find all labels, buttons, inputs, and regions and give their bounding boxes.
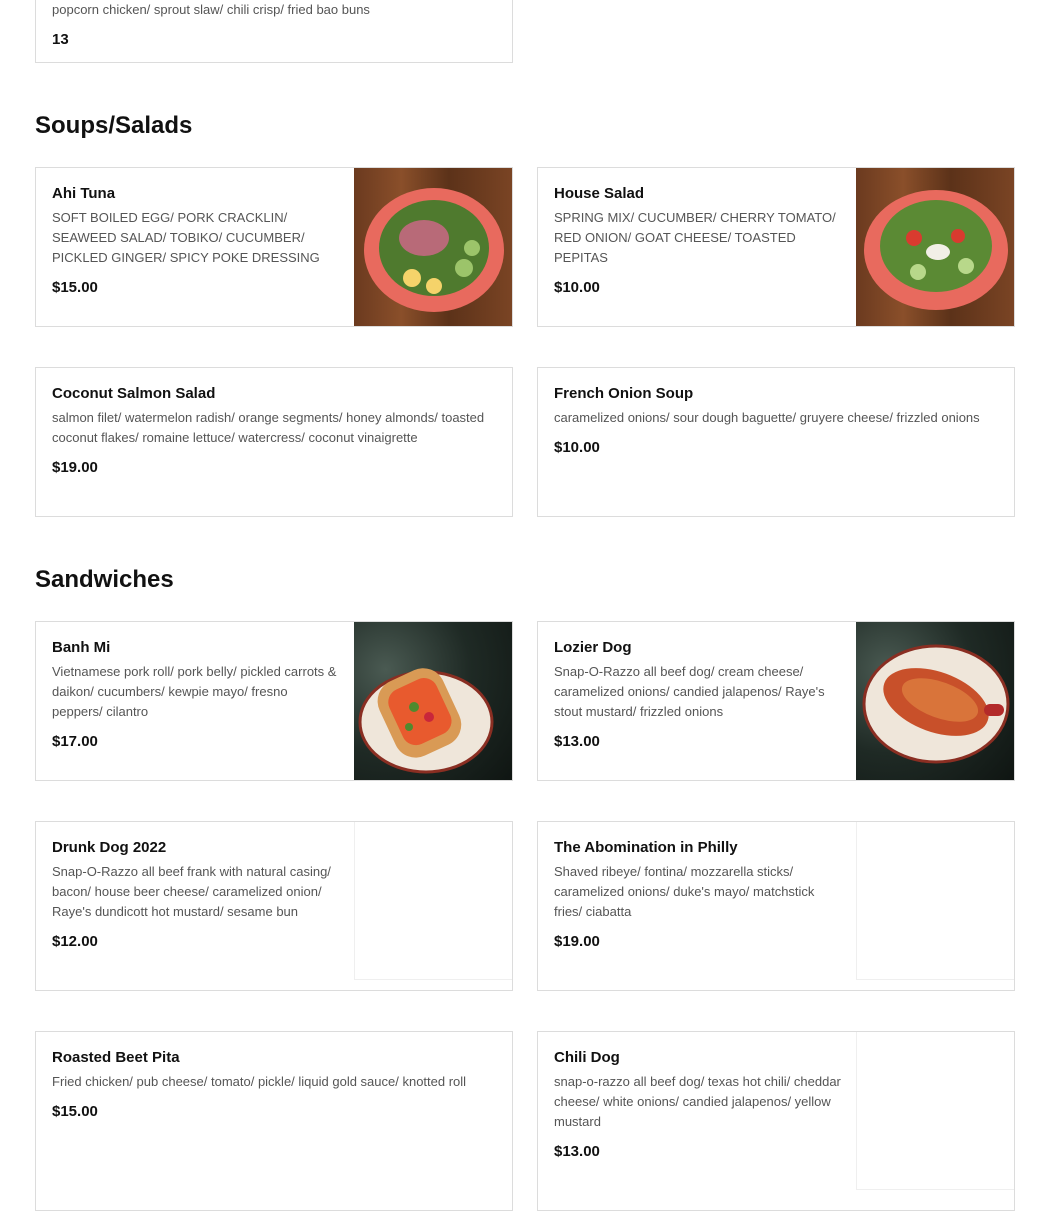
menu-item-card[interactable]: popcorn chicken/ sprout slaw/ chili cris…: [35, 0, 513, 63]
salad-plate-illustration: [864, 190, 1008, 310]
item-price: $17.00: [52, 733, 98, 750]
hot-dog-photo[interactable]: [856, 622, 1014, 780]
item-description: SOFT BOILED EGG/ PORK CRACKLIN/ SEAWEED …: [52, 210, 320, 265]
item-name: Banh Mi: [52, 639, 111, 656]
salad-bowl-photo[interactable]: [354, 168, 512, 326]
item-description: Fried chicken/ pub cheese/ tomato/ pickl…: [52, 1074, 467, 1089]
salad-plate-illustration: [364, 188, 504, 312]
image-placeholder: [856, 822, 1014, 980]
item-name: House Salad: [554, 185, 645, 202]
item-price: 13: [52, 31, 69, 48]
item-description: caramelized onions/ sour dough baguette/…: [554, 410, 980, 425]
menu-item-card[interactable]: Lozier Dog Snap-O-Razzo all beef dog/ cr…: [537, 621, 1015, 781]
item-description: Vietnamese pork roll/ pork belly/ pickle…: [52, 664, 337, 719]
item-description: popcorn chicken/ sprout slaw/ chili cris…: [52, 2, 370, 17]
item-price: $15.00: [52, 279, 98, 296]
item-name: Roasted Beet Pita: [52, 1049, 180, 1066]
menu-item-card[interactable]: The Abomination in Philly Shaved ribeye/…: [537, 821, 1015, 991]
item-price: $10.00: [554, 279, 600, 296]
item-price: $10.00: [554, 439, 600, 456]
menu-item-card[interactable]: House Salad SPRING MIX/ CUCUMBER/ CHERRY…: [537, 167, 1015, 327]
item-description: Snap-O-Razzo all beef frank with natural…: [52, 864, 331, 919]
section-title-soups-salads: Soups/Salads: [35, 112, 193, 139]
item-price: $13.00: [554, 1143, 600, 1160]
hot-dog-plate-illustration: [862, 644, 1010, 764]
menu-item-card[interactable]: Coconut Salmon Salad salmon filet/ water…: [35, 367, 513, 517]
item-name: Ahi Tuna: [52, 185, 116, 202]
image-placeholder: [354, 822, 512, 980]
item-price: $19.00: [554, 933, 600, 950]
item-price: $13.00: [554, 733, 600, 750]
item-description: Shaved ribeye/ fontina/ mozzarella stick…: [554, 864, 815, 919]
item-name: Lozier Dog: [554, 639, 632, 656]
image-placeholder: [856, 1032, 1014, 1190]
item-name: French Onion Soup: [554, 385, 694, 402]
menu-item-card[interactable]: Banh Mi Vietnamese pork roll/ pork belly…: [35, 621, 513, 781]
salad-bowl-photo[interactable]: [856, 168, 1014, 326]
item-description: salmon filet/ watermelon radish/ orange …: [52, 410, 485, 445]
menu-item-card[interactable]: French Onion Soup caramelized onions/ so…: [537, 367, 1015, 517]
item-name: Coconut Salmon Salad: [52, 385, 216, 402]
item-name: Chili Dog: [554, 1049, 620, 1066]
item-price: $15.00: [52, 1103, 98, 1120]
item-description: Snap-O-Razzo all beef dog/ cream cheese/…: [554, 664, 825, 719]
item-price: $19.00: [52, 459, 98, 476]
menu-item-card[interactable]: Drunk Dog 2022 Snap-O-Razzo all beef fra…: [35, 821, 513, 991]
item-description: SPRING MIX/ CUCUMBER/ CHERRY TOMATO/ RED…: [554, 210, 836, 265]
menu-item-card[interactable]: Ahi Tuna SOFT BOILED EGG/ PORK CRACKLIN/…: [35, 167, 513, 327]
item-description: snap-o-razzo all beef dog/ texas hot chi…: [554, 1074, 841, 1129]
section-title-sandwiches: Sandwiches: [35, 566, 174, 593]
menu-item-card[interactable]: Chili Dog snap-o-razzo all beef dog/ tex…: [537, 1031, 1015, 1211]
item-price: $12.00: [52, 933, 98, 950]
sandwich-photo[interactable]: [354, 622, 512, 780]
item-name: The Abomination in Philly: [554, 839, 738, 856]
menu-item-card[interactable]: Roasted Beet Pita Fried chicken/ pub che…: [35, 1031, 513, 1211]
item-name: Drunk Dog 2022: [52, 839, 167, 856]
sandwich-plate-illustration: [358, 668, 494, 774]
